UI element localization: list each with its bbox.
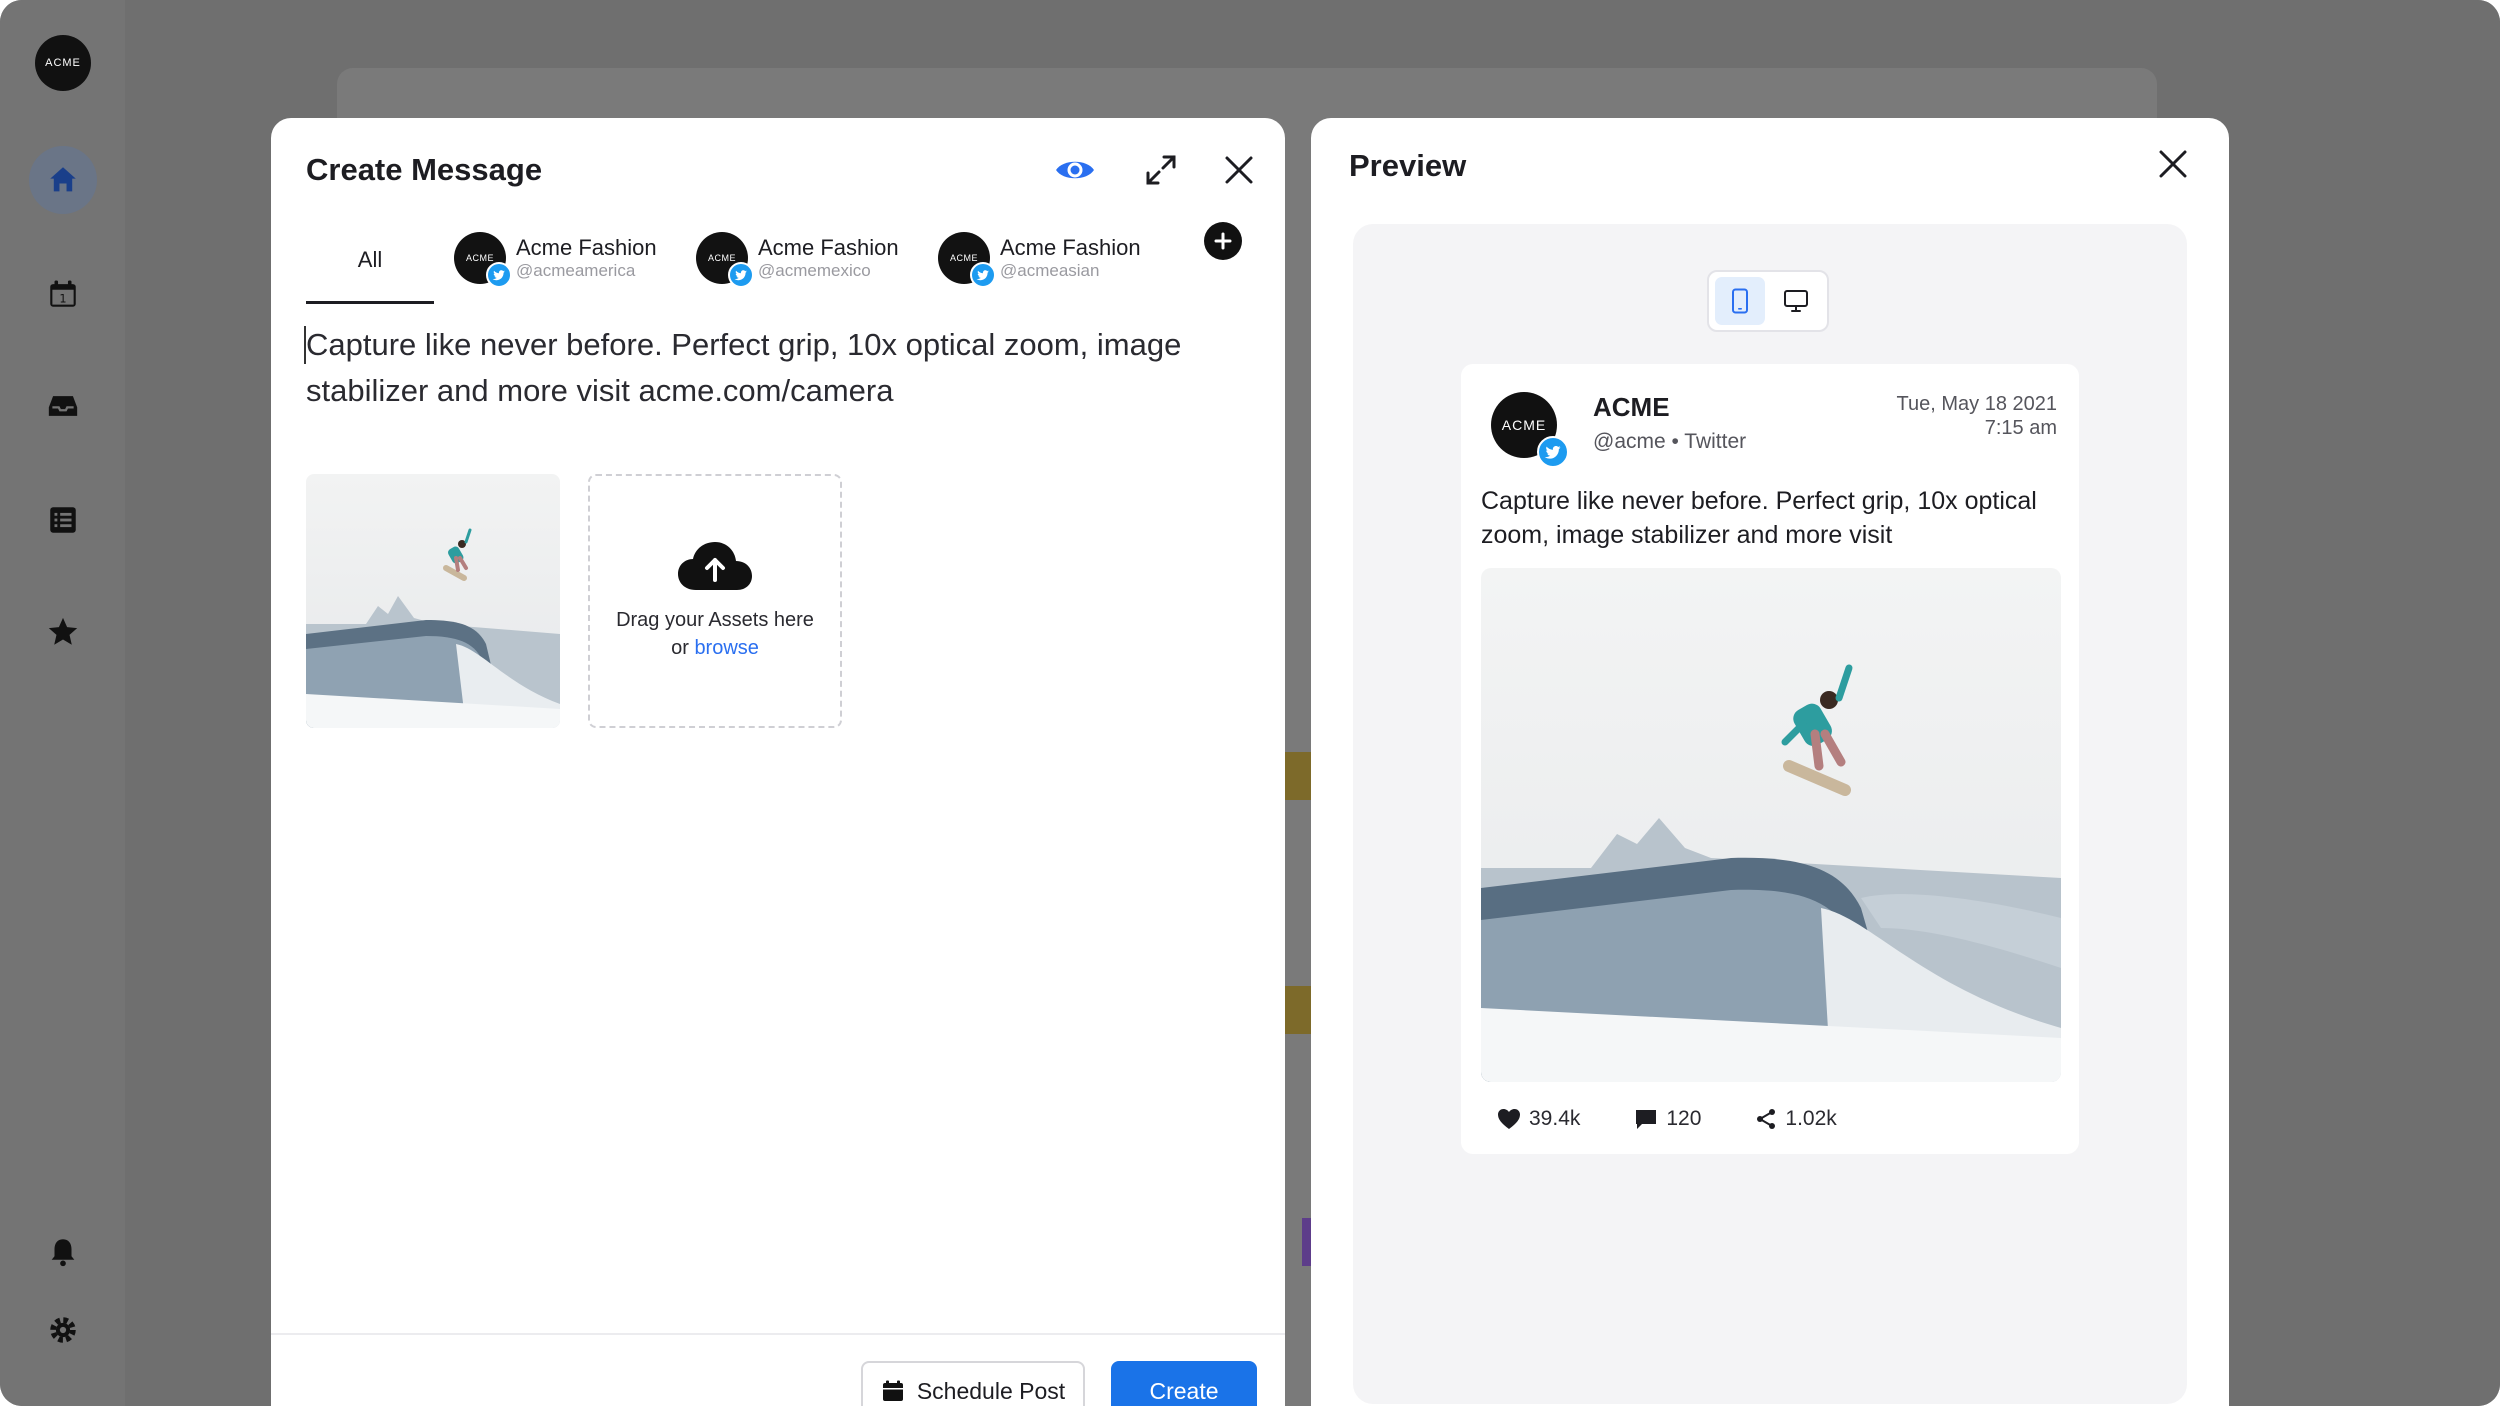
schedule-post-label: Schedule Post: [916, 1377, 1066, 1404]
device-toggle: [1707, 270, 1829, 332]
snowboard-photo: [1481, 568, 2061, 1082]
desktop-view-button[interactable]: [1771, 277, 1821, 325]
account-name: Acme Fashion: [758, 235, 899, 260]
avatar-text: ACME: [465, 253, 494, 263]
expand-button[interactable]: [1139, 148, 1183, 192]
account-tab-acmeamerica[interactable]: ACME Acme Fashion @acmeamerica: [454, 228, 657, 288]
avatar: ACME: [696, 232, 754, 288]
plus-icon: [1214, 232, 1232, 250]
tweet-stats: 39.4k 120 1.02k: [1497, 1104, 1891, 1134]
calendar-icon: [882, 1380, 903, 1401]
create-message-modal: Create Message All ACME Acme Fashion @ac…: [271, 118, 1285, 1406]
snowboard-photo: [306, 474, 560, 728]
create-button[interactable]: Create: [1111, 1361, 1257, 1406]
heart-icon: [1498, 1109, 1520, 1129]
twitter-icon: [976, 270, 989, 281]
tweet-author-handle: @acme • Twitter: [1593, 430, 1747, 453]
likes-stat[interactable]: 39.4k: [1497, 1107, 1580, 1131]
cloud-upload-icon: [678, 542, 752, 590]
comment-icon: [1636, 1110, 1657, 1129]
acme-logo[interactable]: ACME: [35, 35, 91, 91]
shares-count: 1.02k: [1785, 1107, 1837, 1130]
modal-title: Create Message: [306, 152, 543, 187]
likes-count: 39.4k: [1529, 1107, 1581, 1130]
close-modal-button[interactable]: [1217, 148, 1261, 192]
tweet-author-name: ACME: [1593, 392, 1670, 422]
account-handle: @acmeasian: [1000, 261, 1100, 280]
comments-count: 120: [1666, 1107, 1702, 1130]
account-name: Acme Fashion: [1000, 235, 1141, 260]
preview-toggle-button[interactable]: [1053, 148, 1097, 192]
sidebar-item-favorites[interactable]: [29, 598, 97, 666]
tab-all[interactable]: All: [306, 218, 434, 304]
sidebar-item-home[interactable]: [29, 146, 97, 214]
svg-text:1: 1: [59, 292, 66, 306]
close-icon: [2159, 150, 2187, 178]
avatar: ACME: [1491, 392, 1569, 468]
preview-canvas: ACME ACME @acme • Twitter Tue, May 18 20…: [1353, 224, 2187, 1404]
eye-icon: [1056, 161, 1094, 179]
tweet-date: Tue, May 18 2021: [1896, 393, 2057, 415]
sidebar-item-calendar[interactable]: 1: [29, 260, 97, 328]
sidebar-item-notifications[interactable]: [29, 1218, 97, 1286]
twitter-badge: [486, 262, 512, 288]
share-icon: [1757, 1109, 1776, 1129]
account-tab-acmeasian[interactable]: ACME Acme Fashion @acmeasian: [938, 228, 1141, 288]
bell-icon: [51, 1239, 75, 1267]
close-icon: [1225, 156, 1253, 184]
asset-drop-zone[interactable]: Drag your Assets here or browse: [588, 474, 842, 728]
avatar: ACME: [454, 232, 512, 288]
attached-image-thumbnail[interactable]: [306, 474, 560, 728]
drop-zone-or: or: [671, 637, 689, 659]
twitter-badge: [728, 262, 754, 288]
shares-stat[interactable]: 1.02k: [1755, 1107, 1837, 1131]
twitter-badge: [970, 262, 996, 288]
account-tab-acmemexico[interactable]: ACME Acme Fashion @acmemexico: [696, 228, 899, 288]
drop-zone-line: Drag your Assets here: [616, 609, 814, 631]
tweet-image: [1481, 568, 2061, 1082]
account-tabs: All ACME Acme Fashion @acmeamerica ACME …: [306, 218, 1266, 304]
sidebar: ACME 1: [0, 0, 125, 1406]
account-handle: @acmemexico: [758, 261, 871, 280]
avatar-text: ACME: [949, 253, 978, 263]
browse-link[interactable]: browse: [694, 637, 758, 659]
app-frame: ACME 1 Create Message All ACME Acme Fash…: [0, 0, 2500, 1406]
gear-icon: [50, 1317, 76, 1343]
add-account-button[interactable]: [1204, 222, 1242, 260]
tweet-body: Capture like never before. Perfect grip,…: [1481, 487, 2037, 549]
sidebar-item-inbox[interactable]: [29, 372, 97, 440]
desktop-icon: [1784, 290, 1808, 312]
calendar-icon: 1: [50, 280, 76, 307]
schedule-post-button[interactable]: Schedule Post: [861, 1361, 1085, 1406]
sidebar-item-list[interactable]: [29, 486, 97, 554]
drop-zone-text: Drag your Assets here or browse: [616, 606, 814, 662]
twitter-icon: [492, 270, 505, 281]
sidebar-item-settings[interactable]: [29, 1296, 97, 1364]
tweet-timestamp: Tue, May 18 2021 7:15 am: [1897, 392, 2057, 440]
avatar-text: ACME: [1501, 417, 1547, 433]
star-icon: [48, 617, 78, 645]
account-handle: @acmeamerica: [516, 261, 636, 280]
inbox-icon: [48, 396, 78, 416]
close-preview-button[interactable]: [2151, 142, 2195, 186]
account-name: Acme Fashion: [516, 235, 657, 260]
avatar-text: ACME: [707, 253, 736, 263]
preview-panel: Preview ACME ACME @acme • Twitter Tue, M…: [1311, 118, 2229, 1406]
comments-stat[interactable]: 120: [1634, 1107, 1701, 1131]
mobile-view-button[interactable]: [1715, 277, 1765, 325]
twitter-badge: [1537, 436, 1569, 468]
list-icon: [50, 507, 76, 533]
preview-title: Preview: [1349, 148, 1467, 183]
message-editor[interactable]: Capture like never before. Perfect grip,…: [306, 322, 1256, 414]
avatar: ACME: [938, 232, 996, 288]
tweet-time: 7:15 am: [1984, 417, 2057, 439]
twitter-icon: [734, 270, 747, 281]
twitter-icon: [1544, 445, 1561, 459]
modal-footer: Schedule Post Create: [271, 1333, 1285, 1406]
home-icon: [50, 167, 76, 192]
expand-icon: [1146, 155, 1176, 185]
tweet-preview-card: ACME ACME @acme • Twitter Tue, May 18 20…: [1461, 364, 2079, 1154]
mobile-icon: [1732, 288, 1748, 314]
